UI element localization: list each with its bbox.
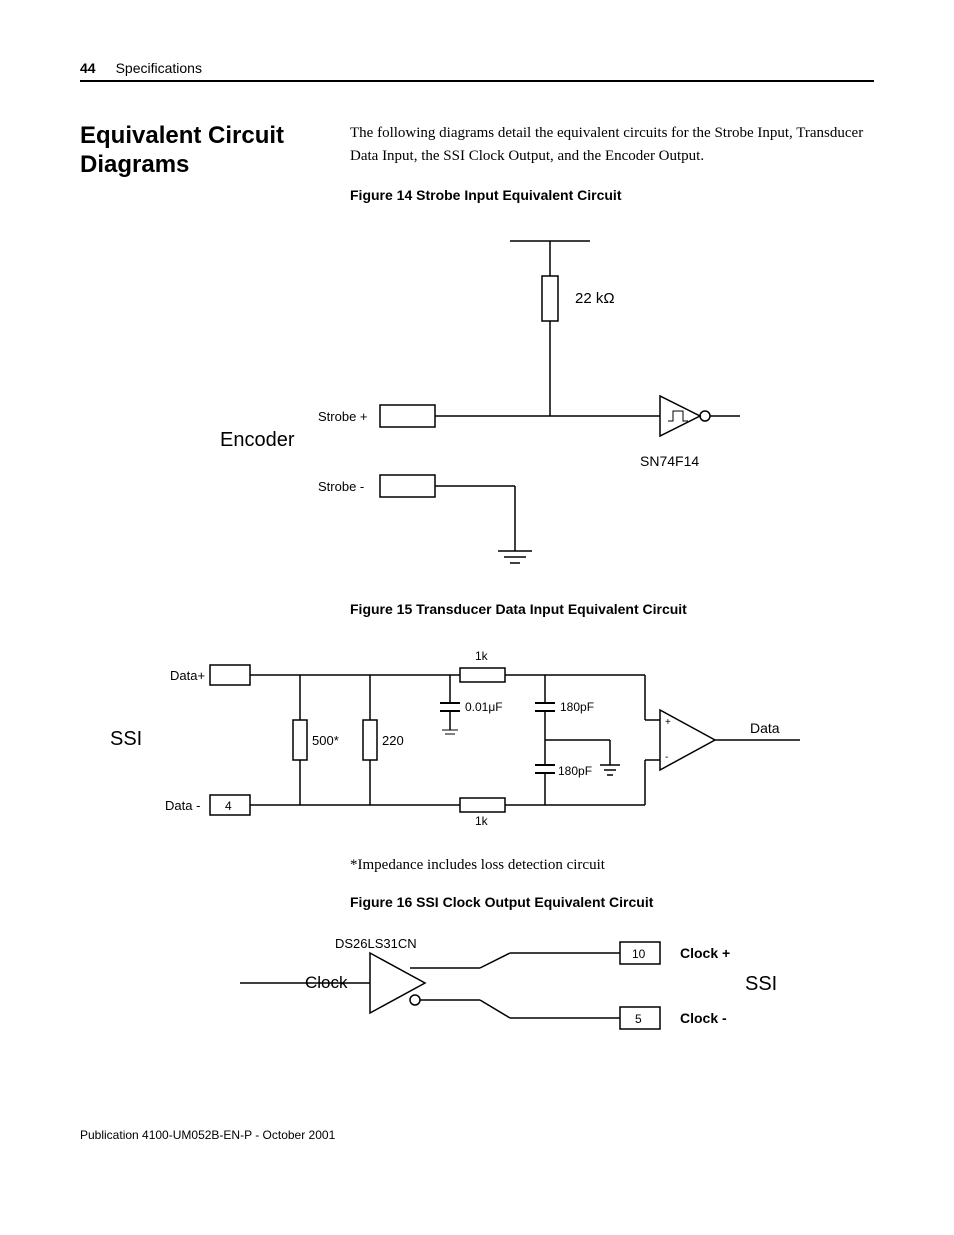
pin4-label: 4	[225, 799, 232, 813]
r4-label: 220	[382, 733, 404, 748]
r2-label: 1k	[475, 814, 489, 828]
r1-label: 1k	[475, 649, 489, 663]
publication-footer: Publication 4100-UM052B-EN-P - October 2…	[80, 1128, 874, 1142]
pin-top-label: 10	[632, 947, 646, 961]
pin-bot-label: 5	[635, 1012, 642, 1026]
svg-text:-: -	[665, 752, 668, 763]
figure14-diagram: 22 kΩ Encoder Strobe + SN74F14 Strobe -	[80, 221, 874, 581]
title-column: Equivalent Circuit Diagrams	[80, 122, 310, 211]
content-columns: Equivalent Circuit Diagrams The followin…	[80, 122, 874, 211]
data-minus-label: Data -	[165, 798, 200, 813]
c3-label: 180pF	[558, 764, 592, 778]
page-header: 44 Specifications	[80, 60, 874, 82]
figure15-caption: Figure 15 Transducer Data Input Equivale…	[350, 601, 874, 617]
ssi-label-fig15: SSI	[110, 728, 142, 750]
section-title: Equivalent Circuit Diagrams	[80, 122, 310, 180]
chip-label: SN74F14	[640, 453, 699, 469]
figure15-note: *Impedance includes loss detection circu…	[350, 857, 874, 874]
encoder-label: Encoder	[220, 429, 295, 451]
strobe-plus-label: Strobe +	[318, 409, 368, 424]
r3-label: 500*	[312, 733, 339, 748]
body-column: The following diagrams detail the equiva…	[350, 122, 874, 211]
strobe-minus-label: Strobe -	[318, 479, 364, 494]
section-name: Specifications	[116, 60, 202, 76]
page-number: 44	[80, 60, 96, 76]
data-out-label: Data	[750, 720, 780, 736]
intro-text: The following diagrams detail the equiva…	[350, 122, 874, 167]
c2-label: 180pF	[560, 700, 594, 714]
figure16-diagram: Clock DS26LS31CN 10 5 Clock + Clock - SS…	[80, 918, 874, 1048]
clock-plus-label: Clock +	[680, 945, 730, 961]
chip-label-fig16: DS26LS31CN	[335, 936, 417, 951]
data-plus-label: Data+	[170, 668, 205, 683]
ssi-label-fig16: SSI	[745, 973, 777, 995]
figure16-caption: Figure 16 SSI Clock Output Equivalent Ci…	[350, 894, 874, 910]
clock-minus-label: Clock -	[680, 1010, 727, 1026]
resistor-label: 22 kΩ	[575, 290, 615, 307]
svg-text:+: +	[665, 717, 671, 728]
figure14-caption: Figure 14 Strobe Input Equivalent Circui…	[350, 187, 874, 203]
c1-label: 0.01μF	[465, 700, 503, 714]
figure15-diagram: SSI Data+ 1k Data - 4 1k 500* 220 0.01μF…	[80, 625, 874, 845]
